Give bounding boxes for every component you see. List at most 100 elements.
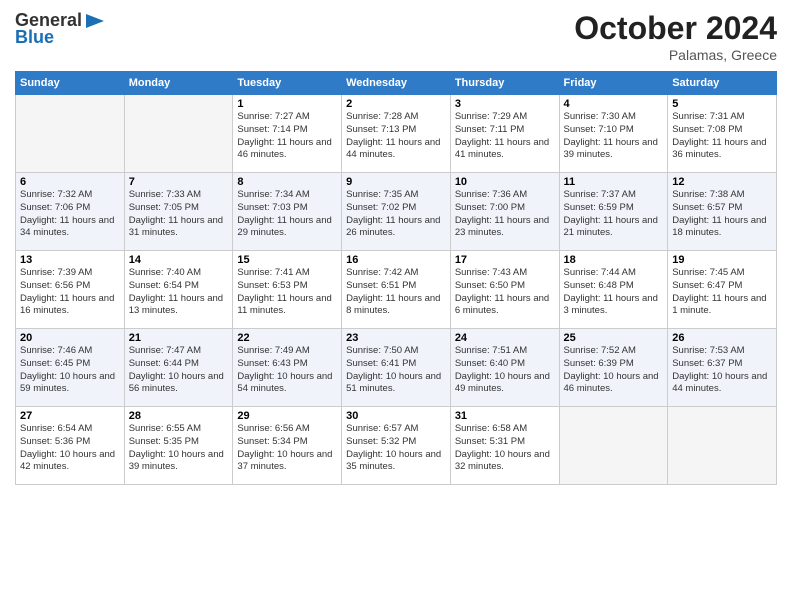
day-info: Sunrise: 7:50 AMSunset: 6:41 PMDaylight:… — [346, 345, 446, 396]
calendar-week-row: 6Sunrise: 7:32 AM Sunset: 7:06 PM Daylight… — [16, 173, 777, 251]
sunrise-text: Sunrise: 7:35 AM — [346, 189, 418, 200]
daylight-text: Daylight: 11 hours and 23 minutes. — [455, 215, 549, 239]
col-saturday: Saturday — [668, 72, 777, 95]
daylight-text: Daylight: 10 hours and 54 minutes. — [237, 371, 332, 395]
sunrise-text: Sunrise: 7:42 AM — [346, 267, 418, 278]
sunset-text: Sunset: 7:06 PM — [20, 202, 90, 213]
day-number: 10 — [455, 176, 555, 188]
day-info: Sunrise: 7:43 AMSunset: 6:50 PMDaylight:… — [455, 267, 555, 318]
day-info: Sunrise: 7:51 AMSunset: 6:40 PMDaylight:… — [455, 345, 555, 396]
table-row: 16Sunrise: 7:42 AMSunset: 6:51 PMDayligh… — [342, 251, 451, 329]
sunrise-text: Sunrise: 7:46 AM — [20, 345, 92, 356]
day-info: Sunrise: 6:58 AMSunset: 5:31 PMDaylight:… — [455, 423, 555, 474]
day-info: Sunrise: 7:46 AMSunset: 6:45 PMDaylight:… — [20, 345, 120, 396]
sunrise-text: Sunrise: 7:49 AM — [237, 345, 309, 356]
day-info: Sunrise: 7:52 AMSunset: 6:39 PMDaylight:… — [564, 345, 664, 396]
day-number: 4 — [564, 98, 664, 110]
sunset-text: Sunset: 5:34 PM — [237, 436, 307, 447]
daylight-text: Daylight: 11 hours and 34 minutes. — [20, 215, 114, 239]
day-info: Sunrise: 7:41 AMSunset: 6:53 PMDaylight:… — [237, 267, 337, 318]
day-info: Sunrise: 7:40 AMSunset: 6:54 PMDaylight:… — [129, 267, 229, 318]
day-info: Sunrise: 7:32 AM Sunset: 7:06 PM Daylight:… — [20, 189, 120, 240]
table-row: 26Sunrise: 7:53 AMSunset: 6:37 PMDayligh… — [668, 329, 777, 407]
table-row: 1Sunrise: 7:27 AMSunset: 7:14 PMDaylight… — [233, 95, 342, 173]
table-row: 8Sunrise: 7:34 AMSunset: 7:03 PMDaylight… — [233, 173, 342, 251]
day-number: 22 — [237, 332, 337, 344]
table-row: 20Sunrise: 7:46 AMSunset: 6:45 PMDayligh… — [16, 329, 125, 407]
sunset-text: Sunset: 5:32 PM — [346, 436, 416, 447]
sunset-text: Sunset: 7:14 PM — [237, 124, 307, 135]
sunset-text: Sunset: 6:47 PM — [672, 280, 742, 291]
day-info: Sunrise: 7:36 AMSunset: 7:00 PMDaylight:… — [455, 189, 555, 240]
day-info: Sunrise: 7:29 AMSunset: 7:11 PMDaylight:… — [455, 111, 555, 162]
daylight-text: Daylight: 10 hours and 56 minutes. — [129, 371, 224, 395]
sunset-text: Sunset: 6:53 PM — [237, 280, 307, 291]
page: General Blue October 2024 Palamas, Greec… — [0, 0, 792, 612]
sunset-text: Sunset: 6:44 PM — [129, 358, 199, 369]
day-info: Sunrise: 7:42 AMSunset: 6:51 PMDaylight:… — [346, 267, 446, 318]
table-row — [668, 407, 777, 485]
day-info: Sunrise: 6:56 AMSunset: 5:34 PMDaylight:… — [237, 423, 337, 474]
table-row: 19Sunrise: 7:45 AMSunset: 6:47 PMDayligh… — [668, 251, 777, 329]
sunrise-text: Sunrise: 7:30 AM — [564, 111, 636, 122]
day-info: Sunrise: 7:31 AMSunset: 7:08 PMDaylight:… — [672, 111, 772, 162]
daylight-text: Daylight: 11 hours and 21 minutes. — [564, 215, 658, 239]
day-info: Sunrise: 6:54 AMSunset: 5:36 PMDaylight:… — [20, 423, 120, 474]
sunrise-text: Sunrise: 7:36 AM — [455, 189, 527, 200]
title-area: October 2024 Palamas, Greece — [574, 10, 777, 63]
day-info: Sunrise: 7:37 AMSunset: 6:59 PMDaylight:… — [564, 189, 664, 240]
daylight-text: Daylight: 11 hours and 16 minutes. — [20, 293, 114, 317]
sunrise-text: Sunrise: 7:32 AM — [20, 189, 92, 200]
sunrise-text: Sunrise: 7:38 AM — [672, 189, 744, 200]
table-row: 11Sunrise: 7:37 AMSunset: 6:59 PMDayligh… — [559, 173, 668, 251]
col-monday: Monday — [124, 72, 233, 95]
table-row: 9Sunrise: 7:35 AMSunset: 7:02 PMDaylight… — [342, 173, 451, 251]
calendar-week-row: 27Sunrise: 6:54 AMSunset: 5:36 PMDayligh… — [16, 407, 777, 485]
sunset-text: Sunset: 5:31 PM — [455, 436, 525, 447]
day-number: 26 — [672, 332, 772, 344]
daylight-text: Daylight: 10 hours and 44 minutes. — [672, 371, 767, 395]
daylight-text: Daylight: 11 hours and 29 minutes. — [237, 215, 331, 239]
logo-blue: Blue — [15, 27, 54, 48]
day-info: Sunrise: 7:35 AMSunset: 7:02 PMDaylight:… — [346, 189, 446, 240]
table-row: 17Sunrise: 7:43 AMSunset: 6:50 PMDayligh… — [450, 251, 559, 329]
day-number: 5 — [672, 98, 772, 110]
daylight-text: Daylight: 10 hours and 35 minutes. — [346, 449, 441, 473]
day-info: Sunrise: 7:28 AMSunset: 7:13 PMDaylight:… — [346, 111, 446, 162]
sunset-text: Sunset: 7:10 PM — [564, 124, 634, 135]
daylight-text: Daylight: 11 hours and 11 minutes. — [237, 293, 331, 317]
table-row — [559, 407, 668, 485]
daylight-text: Daylight: 10 hours and 59 minutes. — [20, 371, 115, 395]
day-info: Sunrise: 7:30 AMSunset: 7:10 PMDaylight:… — [564, 111, 664, 162]
day-number: 6 — [20, 176, 120, 188]
daylight-text: Daylight: 10 hours and 51 minutes. — [346, 371, 441, 395]
day-number: 17 — [455, 254, 555, 266]
day-info: Sunrise: 7:33 AMSunset: 7:05 PMDaylight:… — [129, 189, 229, 240]
day-number: 1 — [237, 98, 337, 110]
table-row: 21Sunrise: 7:47 AMSunset: 6:44 PMDayligh… — [124, 329, 233, 407]
day-info: Sunrise: 6:55 AMSunset: 5:35 PMDaylight:… — [129, 423, 229, 474]
sunset-text: Sunset: 7:05 PM — [129, 202, 199, 213]
sunset-text: Sunset: 7:03 PM — [237, 202, 307, 213]
sunrise-text: Sunrise: 7:50 AM — [346, 345, 418, 356]
table-row: 23Sunrise: 7:50 AMSunset: 6:41 PMDayligh… — [342, 329, 451, 407]
sunrise-text: Sunrise: 6:56 AM — [237, 423, 309, 434]
sunset-text: Sunset: 5:35 PM — [129, 436, 199, 447]
calendar-week-row: 1Sunrise: 7:27 AMSunset: 7:14 PMDaylight… — [16, 95, 777, 173]
month-title: October 2024 — [574, 10, 777, 47]
table-row: 22Sunrise: 7:49 AMSunset: 6:43 PMDayligh… — [233, 329, 342, 407]
sunrise-text: Sunrise: 7:29 AM — [455, 111, 527, 122]
day-number: 11 — [564, 176, 664, 188]
day-info: Sunrise: 7:53 AMSunset: 6:37 PMDaylight:… — [672, 345, 772, 396]
table-row: 15Sunrise: 7:41 AMSunset: 6:53 PMDayligh… — [233, 251, 342, 329]
sunrise-text: Sunrise: 7:33 AM — [129, 189, 201, 200]
header: General Blue October 2024 Palamas, Greec… — [15, 10, 777, 63]
sunset-text: Sunset: 6:57 PM — [672, 202, 742, 213]
day-number: 28 — [129, 410, 229, 422]
daylight-text: Daylight: 11 hours and 26 minutes. — [346, 215, 440, 239]
table-row: 25Sunrise: 7:52 AMSunset: 6:39 PMDayligh… — [559, 329, 668, 407]
sunrise-text: Sunrise: 6:57 AM — [346, 423, 418, 434]
daylight-text: Daylight: 10 hours and 42 minutes. — [20, 449, 115, 473]
table-row — [16, 95, 125, 173]
calendar-header-row: Sunday Monday Tuesday Wednesday Thursday… — [16, 72, 777, 95]
